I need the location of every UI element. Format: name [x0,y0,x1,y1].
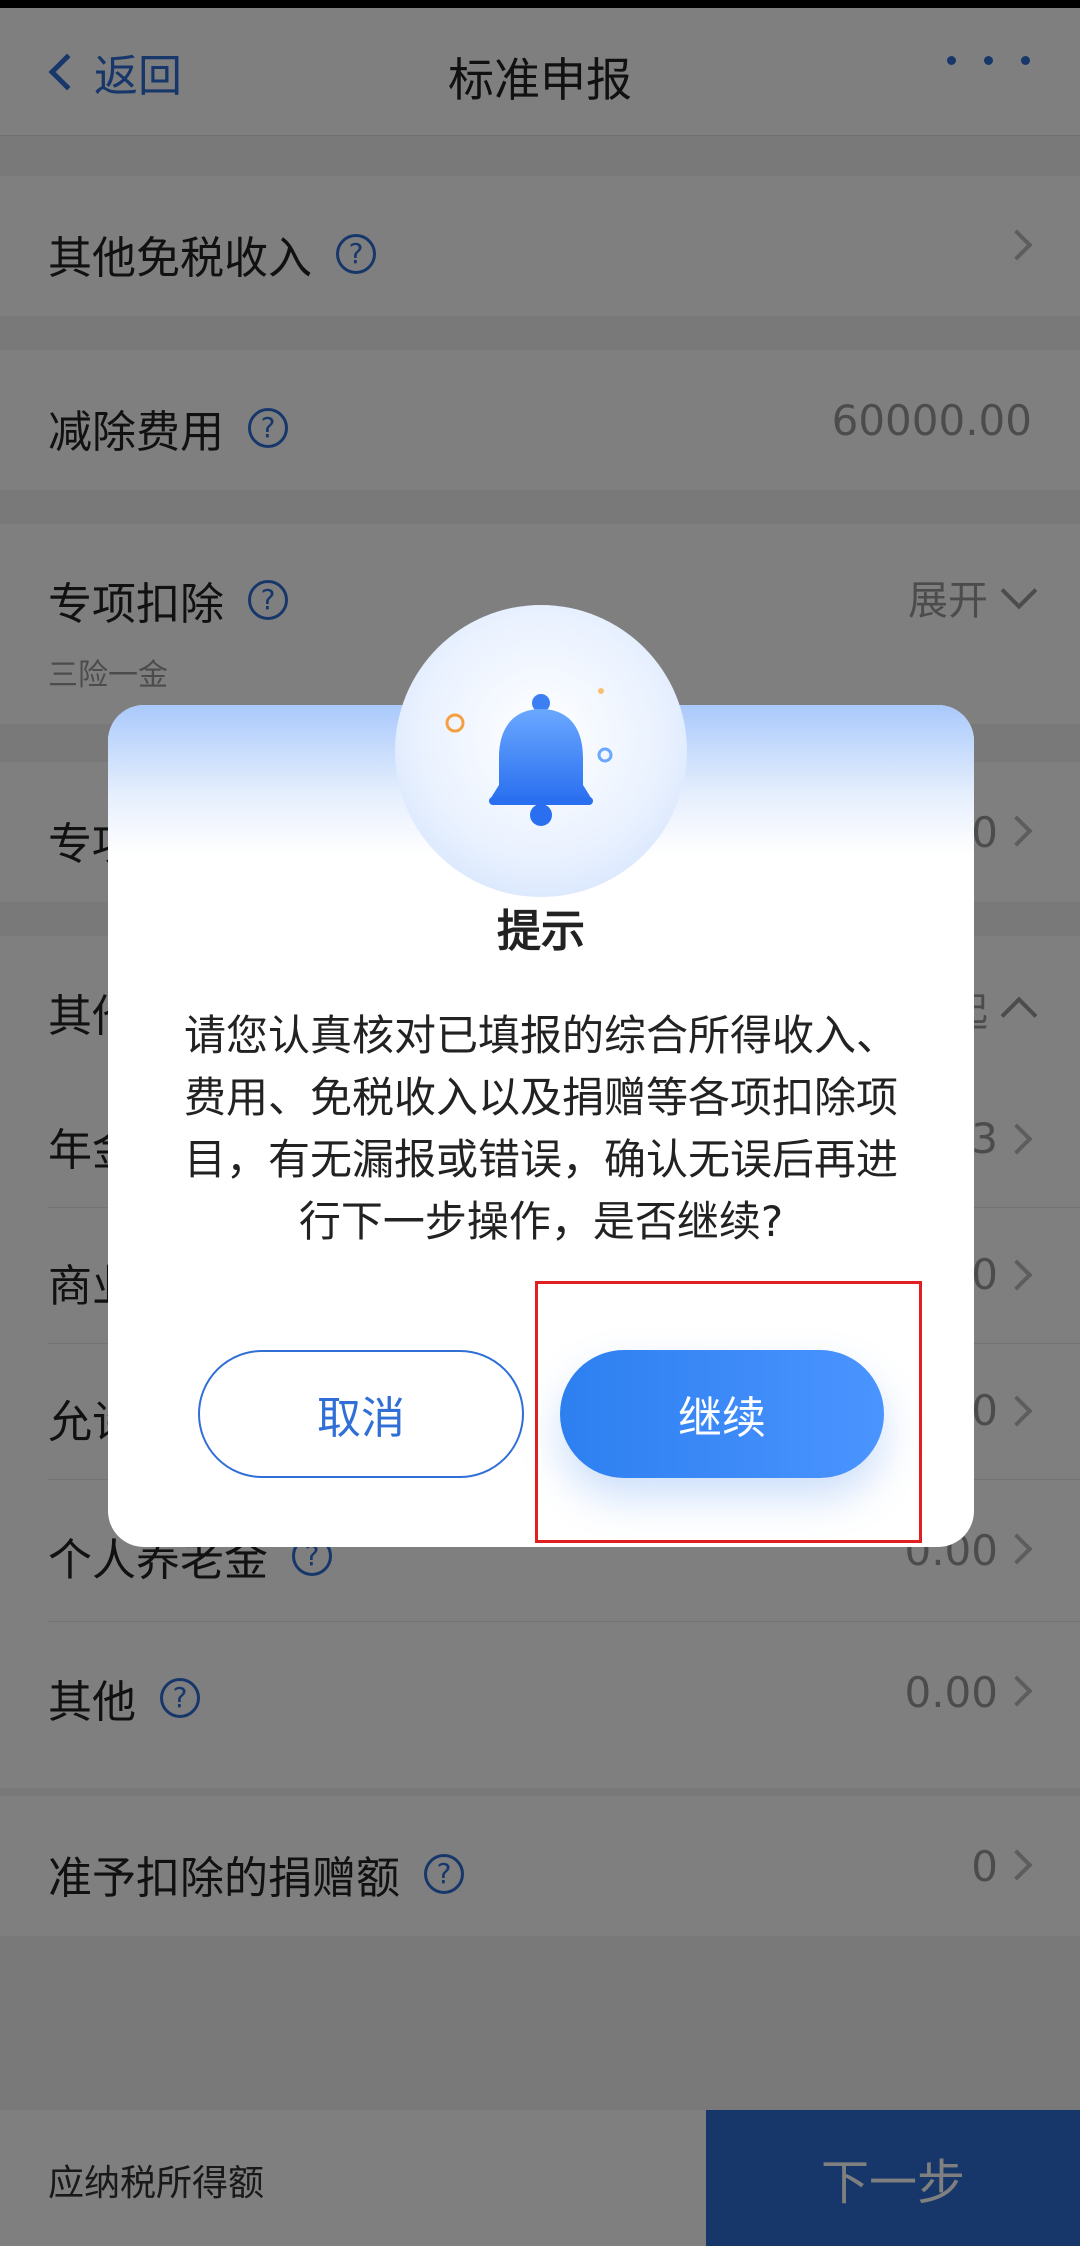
bell-icon [445,688,613,826]
highlight-box [535,1281,922,1543]
dialog-message: 请您认真核对已填报的综合所得收入、费用、免税收入以及捐赠等各项扣除项目，有无漏报… [183,1011,898,1246]
dialog-title: 提示 [497,906,585,957]
bell-badge [395,605,687,897]
cancel-button[interactable]: 取消 [198,1350,524,1478]
